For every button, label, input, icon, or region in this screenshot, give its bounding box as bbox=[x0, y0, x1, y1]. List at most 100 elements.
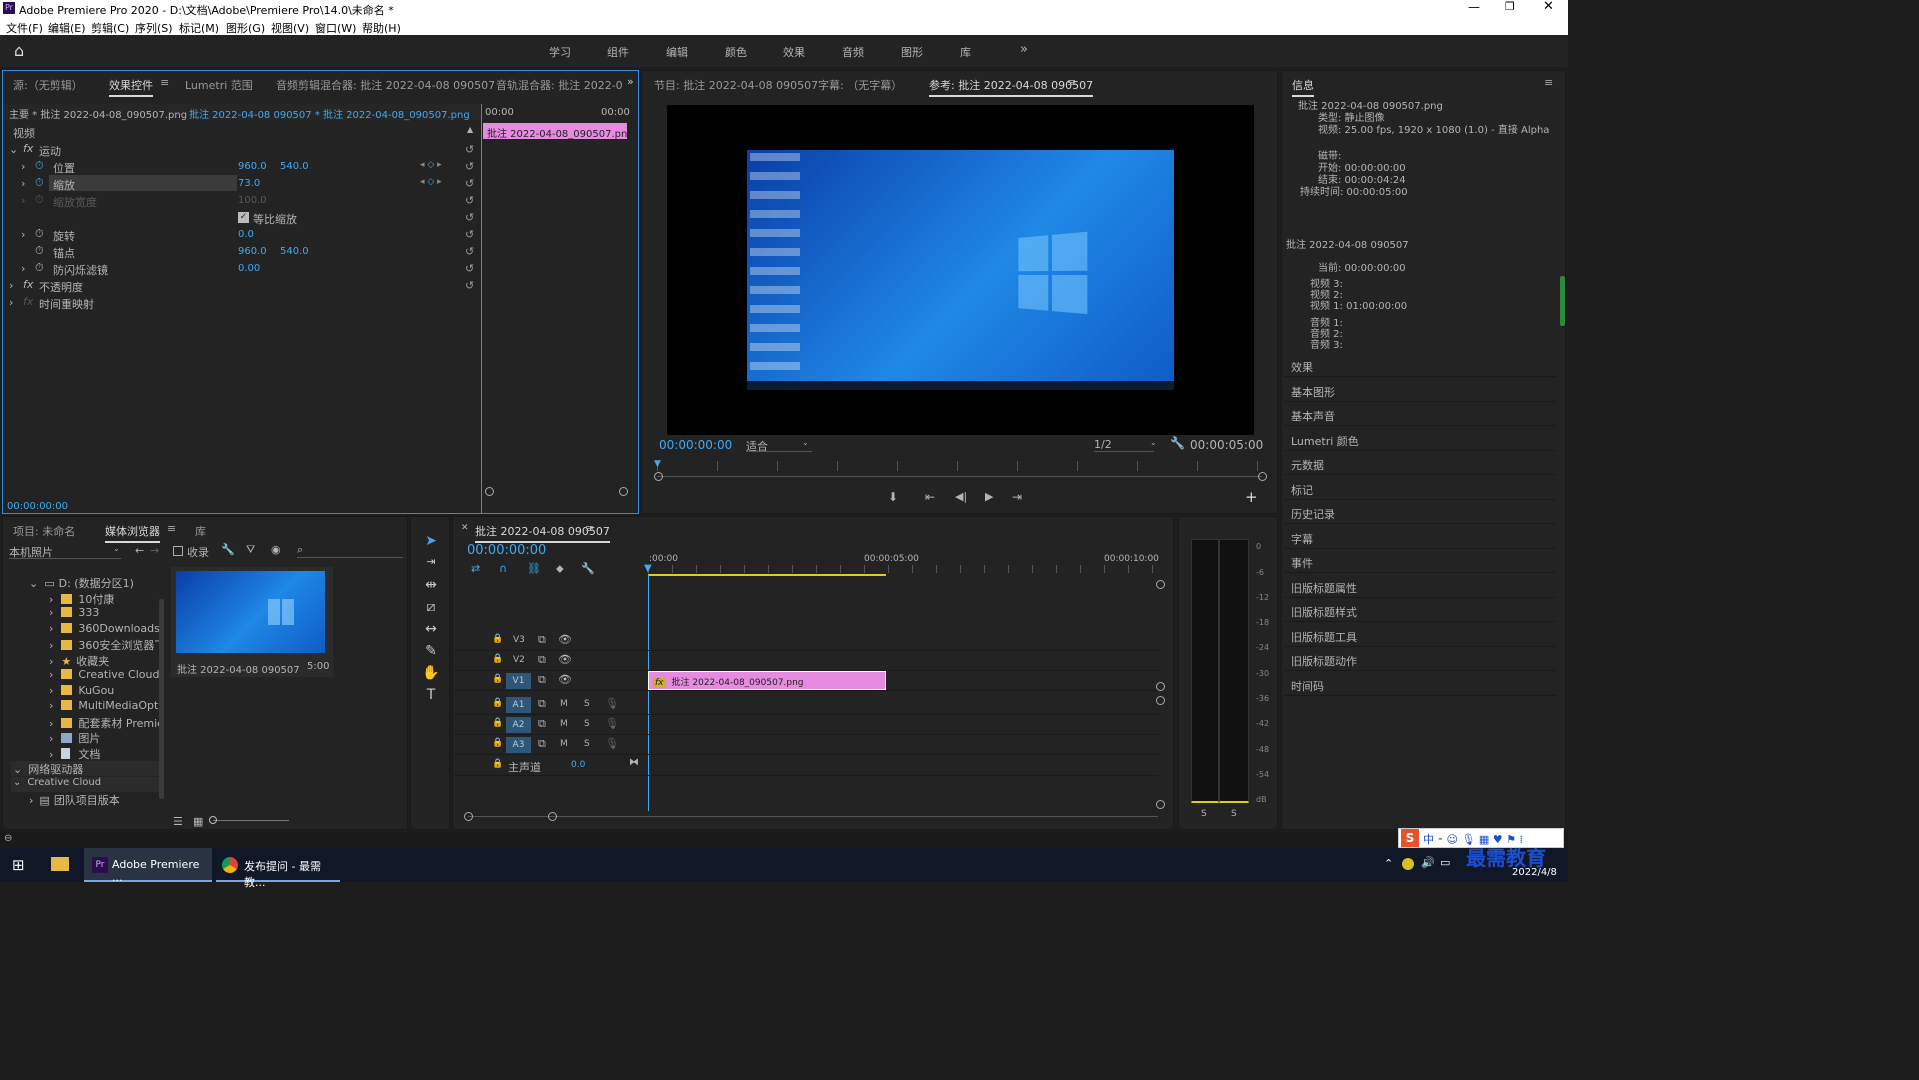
prop-row-rotation[interactable]: › ⏱ 旋转 0.0 ↺ bbox=[3, 226, 481, 243]
workspace-assembly[interactable]: 组件 bbox=[607, 44, 629, 60]
slip-tool-icon[interactable]: ↔ bbox=[421, 621, 441, 639]
eye-icon[interactable]: 👁 bbox=[558, 673, 572, 686]
timeline-clip[interactable]: fx 批注 2022-04-08_090507.png bbox=[648, 671, 886, 690]
sync-lock-icon[interactable]: ⧉ bbox=[538, 653, 546, 667]
prop-row-anchor[interactable]: ⏱ 锚点 960.0 540.0 ↺ bbox=[3, 243, 481, 260]
view-icon[interactable]: ◉ bbox=[271, 543, 281, 556]
menu-marker[interactable]: 标记(M) bbox=[179, 20, 219, 36]
lock-icon[interactable]: 🔒 bbox=[492, 738, 503, 748]
ime-icons[interactable]: 中 ⁃ ☺ 🎙 ▦ ♥ ⚑ ⁞ bbox=[1423, 831, 1523, 847]
reset-icon[interactable]: ↺ bbox=[465, 228, 474, 241]
wrench-icon[interactable]: 🔧 bbox=[1170, 436, 1185, 450]
prop-value-y[interactable]: 540.0 bbox=[280, 161, 309, 172]
eye-icon[interactable]: 👁 bbox=[558, 633, 572, 646]
panel-lumetri-color[interactable]: Lumetri 颜色 bbox=[1284, 427, 1556, 451]
hand-tool-icon[interactable]: ✋ bbox=[421, 665, 441, 683]
sync-lock-icon[interactable]: ⧉ bbox=[538, 697, 546, 711]
lock-icon[interactable]: 🔒 bbox=[492, 759, 503, 769]
sync-lock-icon[interactable]: ⧉ bbox=[538, 717, 546, 731]
scroll-up-icon[interactable]: ▲ bbox=[467, 125, 473, 134]
pen-tool-icon[interactable]: ✎ bbox=[421, 643, 441, 661]
list-view-icon[interactable]: ☰ bbox=[173, 815, 183, 828]
thumbnail-zoom-slider[interactable] bbox=[213, 820, 289, 821]
sync-lock-icon[interactable]: ⧉ bbox=[538, 737, 546, 751]
workspace-color[interactable]: 颜色 bbox=[725, 44, 747, 60]
panel-markers[interactable]: 标记 bbox=[1284, 476, 1556, 500]
panel-metadata[interactable]: 元数据 bbox=[1284, 451, 1556, 475]
panel-captions[interactable]: 字幕 bbox=[1284, 525, 1556, 549]
cc-item[interactable]: ⌄ Creative Cloud bbox=[11, 777, 161, 792]
fit-dropdown[interactable]: 适合 ⌄ bbox=[746, 438, 812, 453]
team-item[interactable]: › ▤ 团队项目版本 bbox=[11, 792, 161, 807]
go-to-out-icon[interactable]: ⇥ bbox=[1012, 490, 1022, 504]
timeline-playhead-head[interactable]: ▼ bbox=[644, 563, 652, 574]
tab-captions[interactable]: 字幕: （无字幕） bbox=[818, 77, 902, 93]
menu-view[interactable]: 视图(V) bbox=[271, 20, 309, 36]
timeline-ruler[interactable] bbox=[648, 565, 1158, 573]
sync-lock-icon[interactable]: ⧉ bbox=[538, 633, 546, 647]
volume-icon[interactable]: 🔊 bbox=[1421, 856, 1435, 869]
media-thumbnail[interactable]: 批注 2022-04-08 090507 5:00 bbox=[171, 567, 333, 677]
reset-icon[interactable]: ↺ bbox=[465, 143, 474, 156]
clip-path-label[interactable]: 批注 2022-04-08 090507 * 批注 2022-04-08_090… bbox=[189, 106, 470, 121]
track-a3[interactable]: 🔒 A3 ⧉ M S 🎙 bbox=[454, 735, 1159, 755]
v-scroll-handle[interactable] bbox=[1156, 696, 1165, 705]
close-tab-icon[interactable]: ✕ bbox=[461, 523, 469, 533]
panel-effects[interactable]: 效果 bbox=[1284, 353, 1556, 377]
timeline-timecode[interactable]: 00:00:00:00 bbox=[467, 543, 546, 558]
network-item[interactable]: ⌄ 网络驱动器 bbox=[11, 761, 161, 776]
expand-icon[interactable]: › bbox=[9, 296, 13, 309]
prop-value-y[interactable]: 540.0 bbox=[280, 246, 309, 257]
mini-scroll[interactable] bbox=[485, 487, 628, 497]
solo-button[interactable]: S bbox=[584, 699, 590, 709]
taskbar-premiere[interactable]: Pr Adobe Premiere ... bbox=[84, 848, 212, 884]
restore-icon[interactable]: ❐ bbox=[1505, 0, 1515, 13]
ime-toolbar[interactable]: S 中 ⁃ ☺ 🎙 ▦ ♥ ⚑ ⁞ bbox=[1398, 828, 1564, 848]
menu-file[interactable]: 文件(F) bbox=[6, 20, 43, 36]
stopwatch-icon[interactable]: ⏱ bbox=[35, 244, 44, 258]
menu-window[interactable]: 窗口(W) bbox=[315, 20, 356, 36]
lock-icon[interactable]: 🔒 bbox=[492, 698, 503, 708]
workspace-learn[interactable]: 学习 bbox=[549, 44, 571, 60]
reset-icon[interactable]: ↺ bbox=[465, 160, 474, 173]
reset-icon[interactable]: ↺ bbox=[465, 177, 474, 190]
ingest-checkbox[interactable] bbox=[173, 546, 183, 556]
location-dropdown[interactable]: 本机照片 ⌄ bbox=[9, 544, 121, 559]
reset-icon[interactable]: ↺ bbox=[465, 279, 474, 292]
timeline-h-scroll[interactable] bbox=[468, 816, 1158, 817]
folder-item[interactable]: › 配套素材 Premier bbox=[11, 715, 161, 730]
prop-value-x[interactable]: 960.0 bbox=[238, 246, 267, 257]
tray-app-icon[interactable] bbox=[1402, 858, 1414, 870]
expand-icon[interactable]: › bbox=[49, 622, 53, 635]
expand-icon[interactable]: ⌄ bbox=[29, 577, 38, 590]
type-tool-icon[interactable]: T bbox=[421, 687, 441, 705]
icon-view-icon[interactable]: ▦ bbox=[193, 815, 203, 828]
tree-scrollbar[interactable] bbox=[159, 599, 164, 799]
tab-info[interactable]: 信息 bbox=[1292, 77, 1314, 97]
stopwatch-icon[interactable]: ⏱ bbox=[35, 261, 44, 275]
effects-timecode[interactable]: 00:00:00:00 bbox=[7, 501, 68, 512]
expand-icon[interactable]: › bbox=[49, 655, 53, 668]
keyframe-nav-icon[interactable]: ◂ ◇ ▸ bbox=[420, 177, 442, 187]
file-explorer-icon[interactable] bbox=[51, 857, 69, 871]
slider-handle[interactable] bbox=[209, 816, 217, 824]
folder-item[interactable]: › 图片 bbox=[11, 730, 161, 745]
master-value[interactable]: 0.0 bbox=[571, 760, 585, 770]
panel-menu-icon[interactable]: ≡ bbox=[1544, 76, 1553, 89]
menu-graphics[interactable]: 图形(G) bbox=[226, 20, 265, 36]
panel-legacy-title-properties[interactable]: 旧版标题属性 bbox=[1284, 574, 1556, 598]
solo-left-button[interactable]: S bbox=[1201, 809, 1207, 819]
track-target[interactable]: A1 bbox=[506, 697, 531, 713]
home-icon[interactable]: ⌂ bbox=[14, 41, 24, 60]
back-icon[interactable]: ← bbox=[135, 544, 144, 557]
tab-lumetri-scopes[interactable]: Lumetri 范围 bbox=[185, 77, 253, 93]
expand-icon[interactable]: ⌄ bbox=[13, 763, 22, 776]
stopwatch-icon[interactable]: ⏱ bbox=[35, 227, 44, 241]
tab-audio-track-mixer[interactable]: 音轨混合器: 批注 2022-0 bbox=[496, 77, 623, 93]
more-workspaces-icon[interactable]: » bbox=[1020, 42, 1028, 57]
microphone-icon[interactable]: 🎙 bbox=[605, 717, 619, 730]
solo-button[interactable]: S bbox=[584, 739, 590, 749]
work-area-bar[interactable] bbox=[648, 574, 886, 576]
menu-clip[interactable]: 剪辑(C) bbox=[91, 20, 129, 36]
step-back-icon[interactable]: ◀| bbox=[955, 490, 967, 503]
